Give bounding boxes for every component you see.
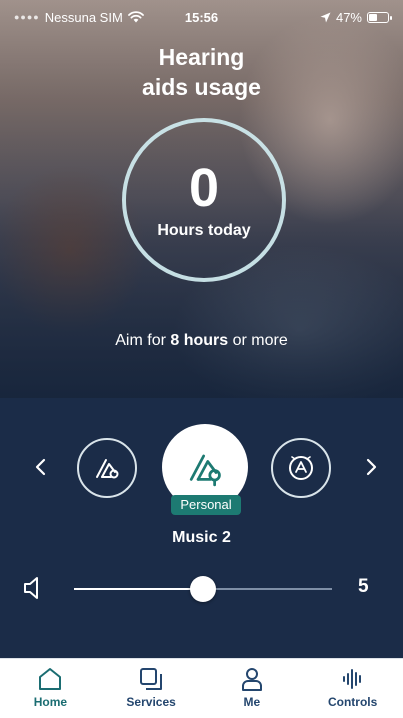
services-icon [140, 668, 163, 690]
battery-icon [367, 11, 392, 23]
volume-slider-thumb[interactable] [190, 576, 216, 602]
usage-title: Hearing aids usage [0, 42, 403, 102]
clock: 15:56 [184, 9, 219, 25]
tab-services[interactable]: Services [101, 659, 202, 718]
tab-home-label: Home [33, 695, 68, 709]
usage-title-line2: aids usage [142, 74, 261, 100]
chevron-right-icon[interactable] [362, 456, 382, 482]
tab-me[interactable]: Me [202, 659, 303, 718]
bottom-tab-bar: Home Services Me Controls [0, 658, 403, 718]
program-auto-icon [289, 456, 313, 480]
status-bar: ●●●● Nessuna SIM 15:56 47% [0, 0, 403, 34]
program-control-panel: Personal Music 2 5 [0, 398, 403, 658]
usage-hours-value: 0 [188, 158, 220, 218]
usage-hours-label: Hours today [157, 222, 251, 239]
volume-value: 5 [358, 576, 369, 597]
volume-slider-fill [74, 588, 203, 590]
program-button-left[interactable] [77, 438, 137, 498]
speaker-icon [22, 575, 42, 606]
usage-goal-text: Aim for 8 hours or more [0, 332, 403, 350]
chevron-left-icon[interactable] [30, 456, 50, 482]
program-button-auto[interactable] [271, 438, 331, 498]
tab-controls-label: Controls [327, 695, 378, 709]
usage-ring: 0 Hours today [122, 118, 286, 282]
aim-value: 8 hours [170, 332, 229, 349]
tab-services-label: Services [126, 695, 176, 709]
program-personal-icon [189, 454, 221, 487]
aim-suffix: or more [228, 332, 288, 349]
tab-home[interactable]: Home [0, 659, 101, 718]
battery-fill [369, 13, 378, 21]
tab-me-label: Me [243, 695, 261, 709]
controls-waveform-icon [342, 669, 361, 689]
program-name: Music 2 [172, 529, 231, 546]
usage-hero: ●●●● Nessuna SIM 15:56 47% Hearing aids … [0, 0, 403, 398]
usage-title-line1: Hearing [158, 44, 245, 70]
program-type-badge: Personal [171, 495, 241, 515]
person-icon [241, 668, 262, 691]
program-left-icon [96, 459, 119, 479]
aim-prefix: Aim for [115, 332, 171, 349]
tab-controls[interactable]: Controls [302, 659, 403, 718]
home-icon [39, 668, 62, 690]
